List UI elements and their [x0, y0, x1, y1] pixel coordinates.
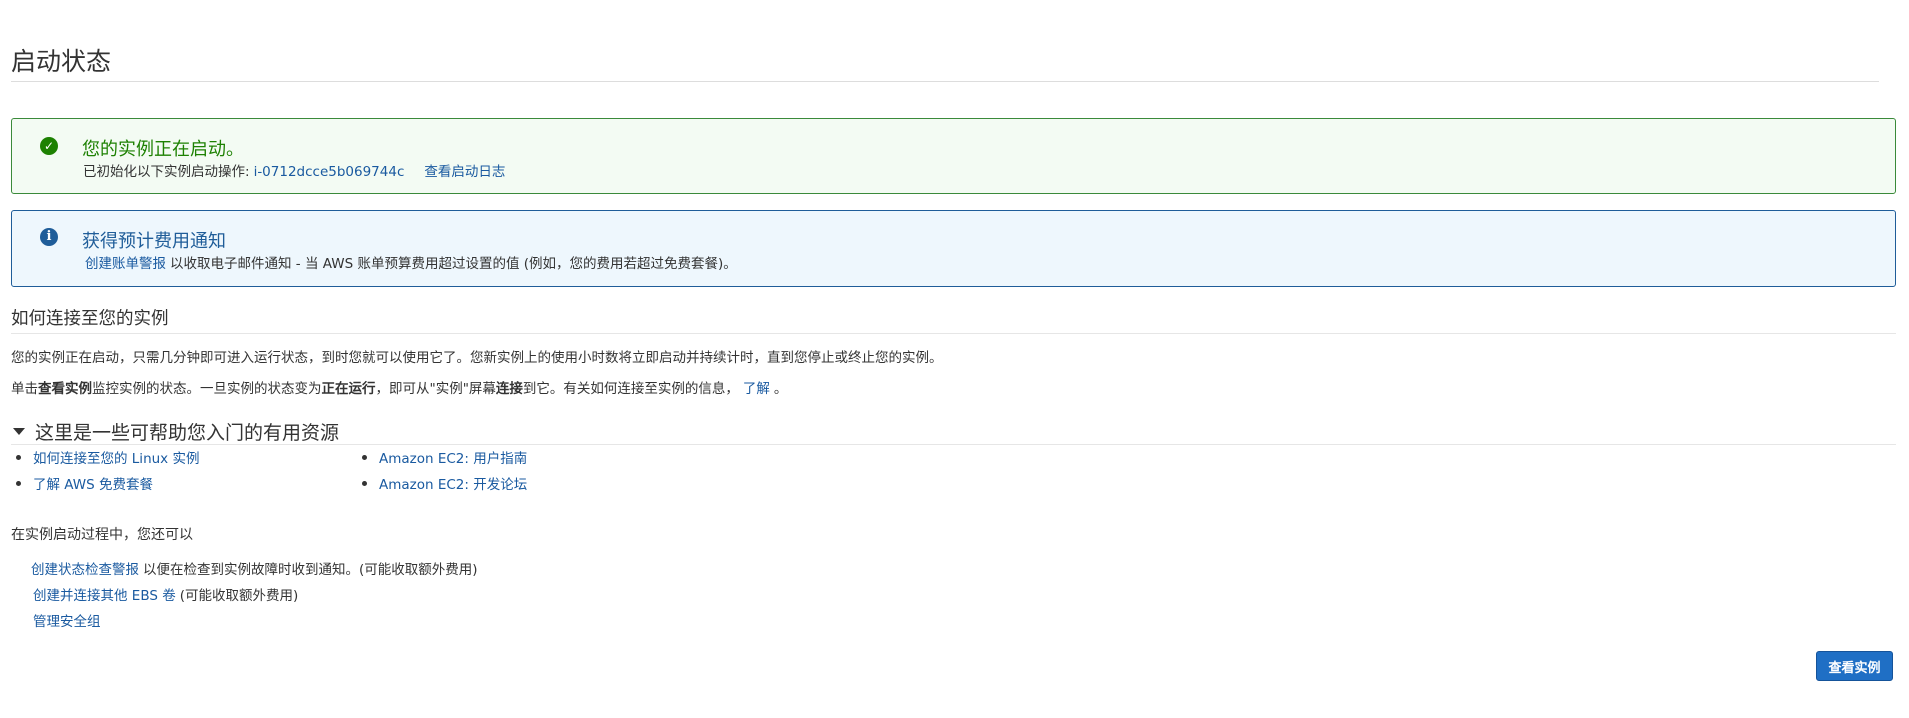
p2-text-c: 监控实例的状态。一旦实例的状态变为 [92, 381, 322, 397]
success-alert-body: 已初始化以下实例启动操作: i-0712dcce5b069744c 查看启动日志 [83, 160, 505, 180]
list-item: Amazon EC2: 开发论坛 [357, 473, 527, 499]
during-launch-heading: 在实例启动过程中，您还可以 [11, 527, 193, 543]
connect-paragraph-1: 您的实例正在启动，只需几分钟即可进入运行状态，到时您就可以使用它了。您新实例上的… [11, 350, 943, 366]
list-item: 了解 AWS 免费套餐 [11, 473, 199, 499]
p2-bold-running: 正在运行 [321, 381, 376, 397]
create-billing-alarm-link[interactable]: 创建账单警报 [85, 256, 166, 272]
create-status-check-alarm-link[interactable]: 创建状态检查警报 [31, 562, 139, 578]
page-title: 启动状态 [11, 47, 112, 76]
launch-success-alert: ✓ 您的实例正在启动。 已初始化以下实例启动操作: i-0712dcce5b069… [11, 118, 1896, 194]
connect-paragraph-2: 单击查看实例监控实例的状态。一旦实例的状态变为正在运行，即可从"实例"屏幕连接到… [11, 377, 787, 397]
list-item: 如何连接至您的 Linux 实例 [11, 447, 199, 473]
learn-more-link[interactable]: 了解 [743, 381, 770, 397]
resource-link-user-guide[interactable]: Amazon EC2: 用户指南 [379, 451, 527, 467]
check-circle-icon: ✓ [40, 137, 58, 155]
view-instances-button[interactable]: 查看实例 [1816, 651, 1893, 681]
view-launch-log-link[interactable]: 查看启动日志 [424, 164, 505, 180]
list-item: Amazon EC2: 用户指南 [357, 447, 527, 473]
p2-text-g: 到它。有关如何连接至实例的信息， [522, 381, 739, 397]
connect-divider [11, 333, 1896, 334]
resources-divider [11, 444, 1896, 445]
info-circle-icon: i [40, 228, 58, 246]
ebs-note: (可能收取额外费用) [179, 588, 299, 604]
caret-down-icon [13, 428, 25, 435]
extra-action-status-alarm: 创建状态检查警报 以便在检查到实例故障时收到通知。(可能收取额外费用) [31, 558, 478, 578]
resources-list-2: Amazon EC2: 用户指南 Amazon EC2: 开发论坛 [357, 447, 527, 499]
info-alert-body: 创建账单警报 以收取电子邮件通知 - 当 AWS 账单预算费用超过设置的值 (例如… [85, 252, 737, 272]
extra-action-ebs: 创建并连接其他 EBS 卷 (可能收取额外费用) [33, 584, 298, 604]
status-alarm-note: 以便在检查到实例故障时收到通知。(可能收取额外费用) [143, 562, 478, 578]
success-alert-text: 已初始化以下实例启动操作: [83, 164, 250, 180]
success-alert-title: 您的实例正在启动。 [82, 139, 244, 160]
create-ebs-volume-link[interactable]: 创建并连接其他 EBS 卷 [33, 588, 176, 604]
p2-text-end: 。 [773, 381, 788, 397]
p2-text-e: ，即可从"实例"屏幕 [375, 381, 496, 397]
info-alert-text: 以收取电子邮件通知 - 当 AWS 账单预算费用超过设置的值 (例如，您的费用若… [170, 256, 737, 272]
resources-heading: 这里是一些可帮助您入门的有用资源 [35, 422, 340, 444]
p2-bold-view-instances: 查看实例 [38, 381, 92, 397]
info-alert-title: 获得预计费用通知 [82, 231, 226, 252]
p2-bold-connect: 连接 [495, 381, 523, 397]
title-divider [11, 81, 1879, 82]
billing-info-alert: i 获得预计费用通知 创建账单警报 以收取电子邮件通知 - 当 AWS 账单预算费… [11, 210, 1896, 287]
resource-link-linux-connect[interactable]: 如何连接至您的 Linux 实例 [33, 451, 199, 467]
resources-toggle[interactable]: 这里是一些可帮助您入门的有用资源 [13, 418, 339, 445]
manage-security-groups-link[interactable]: 管理安全组 [33, 614, 101, 630]
instance-id-link[interactable]: i-0712dcce5b069744c [254, 164, 405, 180]
resources-list-1: 如何连接至您的 Linux 实例 了解 AWS 免费套餐 [11, 447, 199, 499]
p2-text-a: 单击 [11, 381, 38, 397]
resource-link-free-tier[interactable]: 了解 AWS 免费套餐 [33, 477, 153, 493]
extra-action-security-group: 管理安全组 [33, 610, 101, 630]
resource-link-dev-forum[interactable]: Amazon EC2: 开发论坛 [379, 477, 527, 493]
connect-heading: 如何连接至您的实例 [11, 309, 169, 329]
